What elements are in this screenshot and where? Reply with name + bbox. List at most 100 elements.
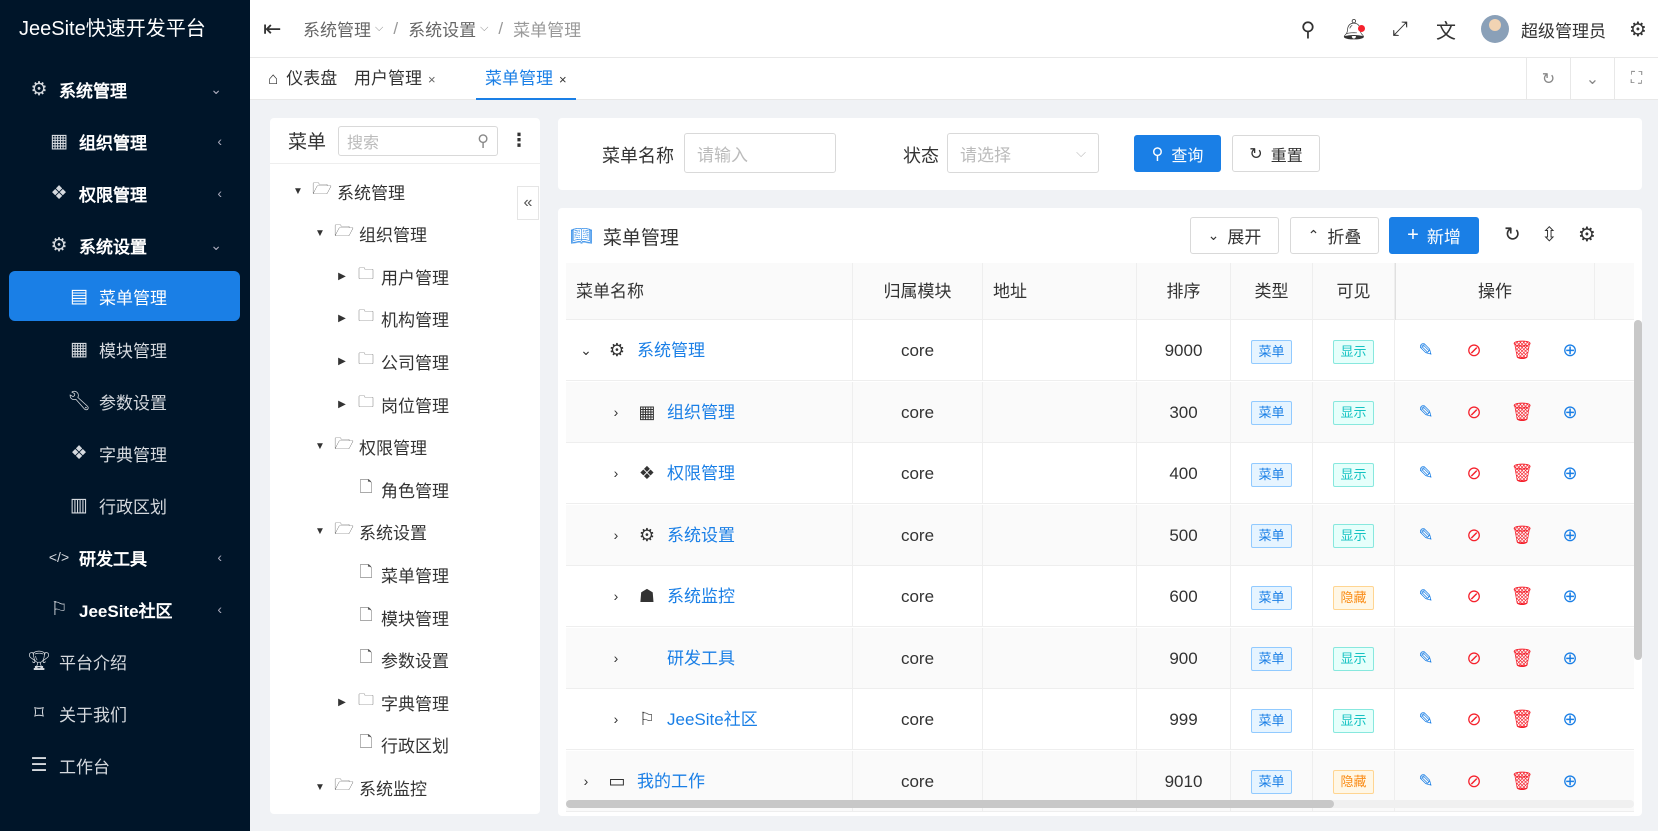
tree-node[interactable]: ▼ 🗁︎ 系统管理 — [290, 170, 405, 212]
delete-icon[interactable]: 🗑︎ — [1498, 771, 1546, 792]
delete-icon[interactable]: 🗑︎ — [1498, 340, 1546, 361]
disable-icon[interactable]: ⊘ — [1450, 709, 1498, 730]
menu-name-input[interactable]: 请输入 — [684, 133, 836, 173]
caret-right-icon[interactable]: ▶ — [334, 356, 350, 367]
horizontal-scrollbar[interactable] — [566, 800, 1634, 808]
caret-down-icon[interactable]: ▼ — [312, 782, 328, 793]
caret-right-icon[interactable]: ▶ — [334, 697, 350, 708]
caret-down-icon[interactable]: ▼ — [312, 441, 328, 452]
caret-down-icon[interactable]: ▼ — [312, 228, 328, 239]
chevron-right-icon[interactable]: › — [606, 443, 626, 504]
tree-node[interactable]: ▶ 🗀︎ 岗位管理 — [334, 383, 449, 425]
delete-icon[interactable]: 🗑︎ — [1498, 648, 1546, 669]
tree-node[interactable]: ▼ 🗁︎ 系统设置 — [312, 511, 427, 553]
add-button[interactable]: + 新增 — [1389, 217, 1479, 254]
table-row[interactable]: › 研发工具 core 900 菜单 显示 ✎ ⊘ 🗑︎ ⊕ — [566, 627, 1634, 689]
user-name[interactable]: 超级管理员 — [1521, 17, 1606, 42]
tree-node[interactable]: ▶ 🗀︎ 公司管理 — [334, 340, 449, 382]
refresh-icon[interactable]: ↻ — [1526, 58, 1570, 100]
edit-icon[interactable]: ✎ — [1402, 771, 1450, 792]
tree-node[interactable]: ▶ 🗀︎ 机构管理 — [334, 298, 449, 340]
tab-menu-management[interactable]: 菜单管理 × — [476, 58, 576, 100]
tree-node[interactable]: ▼ 🗁︎ 系统监控 — [312, 766, 427, 808]
search-icon[interactable]: ⚲ — [1285, 17, 1331, 42]
chevron-right-icon[interactable]: › — [606, 566, 626, 627]
table-row[interactable]: › ⚐ JeeSite社区 core 999 菜单 显示 ✎ ⊘ 🗑︎ ⊕ — [566, 689, 1634, 750]
caret-right-icon[interactable]: ▶ — [334, 399, 350, 410]
reset-button[interactable]: ↻ 重置 — [1232, 135, 1320, 172]
sidebar-item[interactable]: ❖ 字典管理 — [0, 428, 250, 478]
gear-icon[interactable]: ⚙ — [1578, 222, 1596, 247]
tree-node[interactable]: 🗋︎ 行政区划 — [334, 724, 449, 766]
translate-icon[interactable]: 文 — [1423, 15, 1469, 44]
collapse-tree-button[interactable]: « — [517, 186, 539, 220]
edit-icon[interactable]: ✎ — [1402, 402, 1450, 423]
sidebar-item[interactable]: </> 研发工具 ‹ — [0, 532, 250, 582]
tree-node[interactable]: 🗋︎ 角色管理 — [334, 468, 449, 510]
add-child-icon[interactable]: ⊕ — [1546, 402, 1594, 423]
menu-name-link[interactable]: 研发工具 — [667, 628, 735, 689]
sidebar-item[interactable]: ⌑ 关于我们 — [0, 688, 250, 738]
add-child-icon[interactable]: ⊕ — [1546, 525, 1594, 546]
disable-icon[interactable]: ⊘ — [1450, 771, 1498, 792]
fold-icon[interactable]: ⛶ — [1614, 58, 1658, 100]
close-icon[interactable]: × — [428, 72, 436, 87]
add-child-icon[interactable]: ⊕ — [1546, 648, 1594, 669]
add-child-icon[interactable]: ⊕ — [1546, 709, 1594, 730]
fullscreen-icon[interactable]: ⤢ — [1377, 18, 1423, 41]
delete-icon[interactable]: 🗑︎ — [1498, 709, 1546, 730]
edit-icon[interactable]: ✎ — [1402, 340, 1450, 361]
chevron-right-icon[interactable]: › — [606, 505, 626, 566]
sidebar-item[interactable]: ⚐ JeeSite社区 ‹ — [0, 584, 250, 634]
disable-icon[interactable]: ⊘ — [1450, 525, 1498, 546]
delete-icon[interactable]: 🗑︎ — [1498, 586, 1546, 607]
gear-icon[interactable]: ⚙ — [1618, 17, 1658, 42]
tab-user-management[interactable]: 用户管理 × — [354, 58, 436, 100]
menu-name-link[interactable]: 组织管理 — [667, 382, 735, 443]
tree-node[interactable]: ▼ 🗁︎ 组织管理 — [312, 213, 427, 255]
close-icon[interactable]: × — [559, 72, 567, 87]
add-child-icon[interactable]: ⊕ — [1546, 340, 1594, 361]
add-child-icon[interactable]: ⊕ — [1546, 463, 1594, 484]
expand-button[interactable]: ⌄ 展开 — [1190, 217, 1279, 254]
column-height-icon[interactable]: ⇳ — [1541, 222, 1558, 247]
status-select[interactable]: 请选择 ⌵ — [947, 133, 1099, 173]
delete-icon[interactable]: 🗑︎ — [1498, 463, 1546, 484]
delete-icon[interactable]: 🗑︎ — [1498, 525, 1546, 546]
disable-icon[interactable]: ⊘ — [1450, 648, 1498, 669]
edit-icon[interactable]: ✎ — [1402, 463, 1450, 484]
collapse-button[interactable]: ⌃ 折叠 — [1290, 217, 1379, 254]
table-row[interactable]: › ▦ 组织管理 core 300 菜单 显示 ✎ ⊘ 🗑︎ ⊕ — [566, 381, 1634, 443]
menu-name-link[interactable]: 系统设置 — [667, 505, 735, 566]
more-icon[interactable]: ⋮ — [510, 130, 528, 151]
sidebar-item[interactable]: ▥ 行政区划 — [0, 480, 250, 530]
chevron-right-icon[interactable]: › — [606, 382, 626, 443]
menu-name-link[interactable]: 权限管理 — [667, 443, 735, 504]
sidebar-item[interactable]: ▦ 模块管理 — [0, 324, 250, 374]
add-child-icon[interactable]: ⊕ — [1546, 586, 1594, 607]
sidebar-item[interactable]: ▦ 组织管理 ‹ — [0, 116, 250, 166]
disable-icon[interactable]: ⊘ — [1450, 586, 1498, 607]
chevron-right-icon[interactable]: › — [606, 689, 626, 750]
avatar[interactable] — [1481, 15, 1509, 43]
tree-node[interactable]: 🗋︎ 菜单管理 — [334, 553, 449, 595]
breadcrumb-item[interactable]: 系统设置 — [408, 16, 476, 41]
vertical-scrollbar[interactable] — [1634, 320, 1642, 660]
table-row[interactable]: ⌄ ⚙ 系统管理 core 9000 菜单 显示 ✎ ⊘ 🗑︎ ⊕ — [566, 320, 1634, 381]
disable-icon[interactable]: ⊘ — [1450, 402, 1498, 423]
menu-name-link[interactable]: 系统管理 — [637, 320, 705, 381]
query-button[interactable]: ⚲ 查询 — [1134, 135, 1221, 172]
edit-icon[interactable]: ✎ — [1402, 709, 1450, 730]
disable-icon[interactable]: ⊘ — [1450, 463, 1498, 484]
caret-right-icon[interactable]: ▶ — [334, 271, 350, 282]
sidebar-item[interactable]: ⚙ 系统管理 ⌄ — [0, 64, 250, 114]
breadcrumb-item[interactable]: 系统管理 — [303, 16, 371, 41]
edit-icon[interactable]: ✎ — [1402, 586, 1450, 607]
caret-down-icon[interactable]: ▼ — [290, 186, 306, 197]
sidebar-item[interactable]: ☰ 工作台 — [0, 740, 250, 790]
menu-name-link[interactable]: 系统监控 — [667, 566, 735, 627]
chevron-down-icon[interactable]: ⌄ — [1570, 58, 1614, 100]
sidebar-item[interactable]: 🏆︎ 平台介绍 — [0, 636, 250, 686]
edit-icon[interactable]: ✎ — [1402, 525, 1450, 546]
delete-icon[interactable]: 🗑︎ — [1498, 402, 1546, 423]
